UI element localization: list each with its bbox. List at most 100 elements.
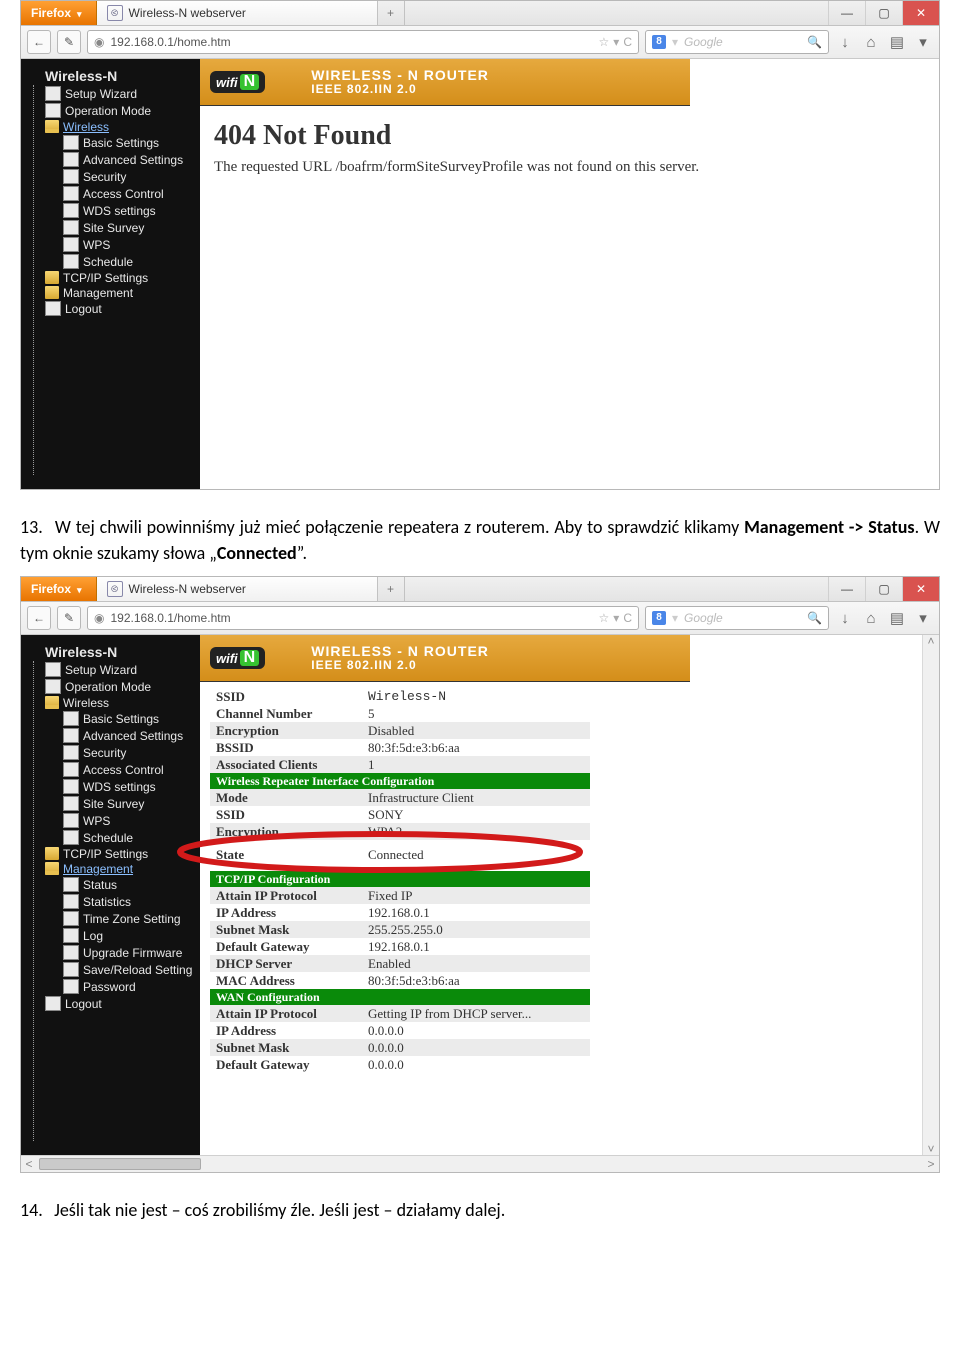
router-sidebar: Wireless-N Setup WizardOperation ModeWir… xyxy=(21,59,200,489)
sidebar-item[interactable]: Schedule xyxy=(23,829,198,846)
sidebar-item[interactable]: Logout xyxy=(23,995,198,1012)
status-row: IP Address0.0.0.0 xyxy=(210,1022,590,1039)
sidebar-item[interactable]: Operation Mode xyxy=(23,678,198,695)
status-row: Attain IP ProtocolGetting IP from DHCP s… xyxy=(210,1005,590,1022)
status-key: Default Gateway xyxy=(210,938,362,955)
sidebar-item[interactable]: Security xyxy=(23,744,198,761)
doc-icon xyxy=(63,779,79,794)
downloads-button[interactable]: ↓ xyxy=(835,611,855,626)
scrollbar-thumb[interactable] xyxy=(39,1158,201,1170)
sidebar-item[interactable]: Statistics xyxy=(23,893,198,910)
sidebar-item[interactable]: Operation Mode xyxy=(23,102,198,119)
menu-button[interactable]: ▤ xyxy=(887,611,907,626)
status-key: Subnet Mask xyxy=(210,921,362,938)
sidebar-item[interactable]: Logout xyxy=(23,300,198,317)
navbar: ← ✎ ◉ 192.168.0.1/home.htm ☆ ▾ C 8 ▾ Goo… xyxy=(21,602,939,635)
search-box[interactable]: 8 ▾ Google 🔍 xyxy=(645,606,829,630)
sidebar-item[interactable]: Basic Settings xyxy=(23,134,198,151)
window-minimize-button[interactable]: — xyxy=(828,577,865,601)
sidebar-item[interactable]: Save/Reload Setting xyxy=(23,961,198,978)
back-button[interactable]: ← xyxy=(27,30,51,54)
vertical-scrollbar[interactable]: ˄ ˅ xyxy=(922,635,939,1155)
status-key: DHCP Server xyxy=(210,955,362,972)
browser-tab[interactable]: ⧀ Wireless-N webserver xyxy=(97,1,378,25)
history-dropdown-icon[interactable]: ▾ xyxy=(613,612,619,624)
sidebar-item[interactable]: Site Survey xyxy=(23,795,198,812)
chevron-down-icon xyxy=(77,7,82,19)
status-value: Disabled xyxy=(362,722,590,739)
sidebar-item[interactable]: WDS settings xyxy=(23,202,198,219)
status-value: 0.0.0.0 xyxy=(362,1022,590,1039)
new-tab-button[interactable]: + xyxy=(378,577,405,601)
window-close-button[interactable]: ✕ xyxy=(902,1,939,25)
back-button[interactable]: ← xyxy=(27,606,51,630)
menu-dropdown[interactable]: ▾ xyxy=(913,35,933,50)
doc-icon xyxy=(63,911,79,926)
menu-dropdown[interactable]: ▾ xyxy=(913,611,933,626)
window-maximize-button[interactable]: ▢ xyxy=(865,577,902,601)
home-button[interactable]: ⌂ xyxy=(861,611,881,626)
sidebar-item[interactable]: TCP/IP Settings xyxy=(23,846,198,861)
status-value: Infrastructure Client xyxy=(362,789,590,806)
sidebar-item[interactable]: Wireless xyxy=(23,119,198,134)
sidebar-item[interactable]: WDS settings xyxy=(23,778,198,795)
window-close-button[interactable]: ✕ xyxy=(902,577,939,601)
doc-icon xyxy=(63,711,79,726)
sidebar-item[interactable]: Advanced Settings xyxy=(23,151,198,168)
doc-icon xyxy=(63,728,79,743)
search-engine-dropdown-icon[interactable]: ▾ xyxy=(672,36,678,48)
window-minimize-button[interactable]: — xyxy=(828,1,865,25)
sidebar-item[interactable]: Advanced Settings xyxy=(23,727,198,744)
reload-icon[interactable]: C xyxy=(623,612,632,624)
browser-tab[interactable]: ⧀ Wireless-N webserver xyxy=(97,577,378,601)
screenshot-2-browser: Firefox ⧀ Wireless-N webserver + — ▢ ✕ ←… xyxy=(20,576,940,1173)
tool-button[interactable]: ✎ xyxy=(57,606,81,630)
sidebar-item[interactable]: Setup Wizard xyxy=(23,661,198,678)
sidebar-item[interactable]: Access Control xyxy=(23,761,198,778)
search-go-icon[interactable]: 🔍 xyxy=(807,36,822,48)
status-key: Encryption xyxy=(210,823,362,840)
tool-button[interactable]: ✎ xyxy=(57,30,81,54)
sidebar-item[interactable]: Site Survey xyxy=(23,219,198,236)
sidebar-item[interactable]: Log xyxy=(23,927,198,944)
sidebar-item[interactable]: Management xyxy=(23,861,198,876)
history-dropdown-icon[interactable]: ▾ xyxy=(613,36,619,48)
state-highlight: StateConnected xyxy=(210,844,590,865)
sidebar-item[interactable]: Upgrade Firmware xyxy=(23,944,198,961)
search-box[interactable]: 8 ▾ Google 🔍 xyxy=(645,30,829,54)
reload-icon[interactable]: C xyxy=(623,36,632,48)
sidebar-item[interactable]: Access Control xyxy=(23,185,198,202)
sidebar-item[interactable]: Setup Wizard xyxy=(23,85,198,102)
sidebar-item[interactable]: WPS xyxy=(23,812,198,829)
sidebar-item[interactable]: WPS xyxy=(23,236,198,253)
status-value: Getting IP from DHCP server... xyxy=(362,1005,590,1022)
bookmark-star-icon[interactable]: ☆ xyxy=(599,612,610,624)
window-maximize-button[interactable]: ▢ xyxy=(865,1,902,25)
firefox-menu-button[interactable]: Firefox xyxy=(21,577,97,601)
sidebar-item[interactable]: Management xyxy=(23,285,198,300)
sidebar-item[interactable]: TCP/IP Settings xyxy=(23,270,198,285)
minimize-icon: — xyxy=(841,583,853,595)
bookmark-star-icon[interactable]: ☆ xyxy=(599,36,610,48)
new-tab-button[interactable]: + xyxy=(378,1,405,25)
url-bar[interactable]: ◉ 192.168.0.1/home.htm ☆ ▾ C xyxy=(87,30,639,54)
search-go-icon[interactable]: 🔍 xyxy=(807,612,822,624)
horizontal-scrollbar[interactable]: < > xyxy=(21,1155,939,1172)
titlebar: Firefox ⧀ Wireless-N webserver + — ▢ ✕ xyxy=(21,577,939,602)
menu-button[interactable]: ▤ xyxy=(887,35,907,50)
search-engine-dropdown-icon[interactable]: ▾ xyxy=(672,612,678,624)
sidebar-item[interactable]: Security xyxy=(23,168,198,185)
home-button[interactable]: ⌂ xyxy=(861,35,881,50)
sidebar-item[interactable]: Wireless xyxy=(23,695,198,710)
doc-icon xyxy=(63,745,79,760)
sidebar-item[interactable]: Status xyxy=(23,876,198,893)
sidebar-item[interactable]: Schedule xyxy=(23,253,198,270)
maximize-icon: ▢ xyxy=(878,7,889,19)
doc-icon xyxy=(45,103,61,118)
sidebar-item[interactable]: Password xyxy=(23,978,198,995)
sidebar-item[interactable]: Time Zone Setting xyxy=(23,910,198,927)
sidebar-item[interactable]: Basic Settings xyxy=(23,710,198,727)
downloads-button[interactable]: ↓ xyxy=(835,35,855,50)
firefox-menu-button[interactable]: Firefox xyxy=(21,1,97,25)
url-bar[interactable]: ◉ 192.168.0.1/home.htm ☆ ▾ C xyxy=(87,606,639,630)
